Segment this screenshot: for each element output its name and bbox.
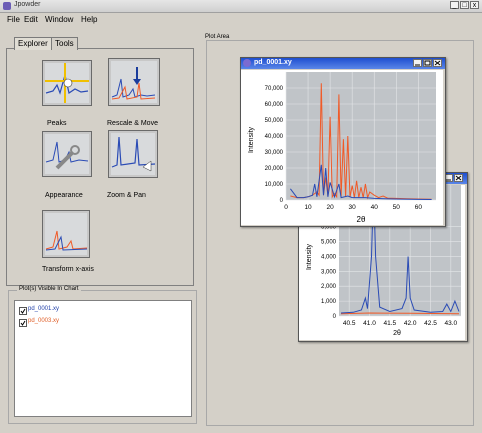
rescale-move-icon [111,61,157,103]
y-tick-label: 4,000 [321,254,337,260]
peaks-label: Peaks [47,120,67,127]
frame-icon [243,59,251,67]
y-tick-label: 0 [333,314,337,320]
menu-file[interactable]: File [7,15,20,24]
close-button[interactable]: x [470,1,479,9]
x-tick-label: 40.5 [343,320,356,327]
x-tick-label: 0 [284,204,288,211]
x-tick-label: 43.0 [445,320,458,327]
y-tick-label: 2,000 [321,284,337,290]
rescale-move-tool-button[interactable] [108,58,160,106]
x-tick-label: 10 [304,204,312,211]
x-tick-label: 30 [349,204,357,211]
tools-panel [6,48,194,286]
rescale-move-label: Rescale & Move [107,120,158,127]
plots-visible-list: pd_0001.xy pd_0003.xy [14,300,192,417]
y-tick-label: 20,000 [265,166,284,172]
zoom-pan-label: Zoom & Pan [107,192,146,199]
appearance-label: Appearance [45,192,83,199]
x-tick-label: 20 [327,204,335,211]
y-tick-label: 10,000 [265,182,284,188]
menu-window[interactable]: Window [45,15,73,24]
y-axis-label: Intensity [306,243,313,270]
x-tick-label: 41.0 [363,320,376,327]
series-line-2 [340,312,460,315]
maximize-button[interactable]: □ [460,1,469,9]
peaks-tool-button[interactable] [42,60,92,106]
x-tick-label: 60 [415,204,423,211]
minimize-button[interactable] [413,59,422,67]
window-title-bar [0,0,482,13]
close-button[interactable] [433,59,442,67]
x-axis-label: 2θ [357,215,366,224]
maximize-button[interactable] [423,59,432,67]
menu-help[interactable]: Help [81,15,97,24]
plot-visibility-row[interactable]: pd_0003.xy [19,318,60,327]
y-tick-label: 1,000 [321,299,337,305]
chart-window-title: pd_0001.xy [254,59,292,66]
app-title: Jpowder [14,1,41,8]
y-tick-label: 40,000 [265,134,284,140]
appearance-tool-button[interactable] [42,131,92,177]
y-tick-label: 0 [280,198,284,204]
x-tick-label: 42.0 [404,320,417,327]
y-tick-label: 60,000 [265,102,284,108]
y-tick-label: 30,000 [265,150,284,156]
plot-area-title: Plot Area [205,34,230,40]
plots-visible-title: Plot(s) Visible In Chart [17,286,81,292]
plot-visibility-row[interactable]: pd_0001.xy [19,306,60,315]
x-axis-label: 2θ [393,330,401,337]
plot-visibility-checkbox[interactable] [19,307,27,315]
app-icon [3,2,11,10]
y-tick-label: 50,000 [265,118,284,124]
appearance-icon [45,134,89,174]
main-chart[interactable]: 0 10 20 30 40 50 60 0 10,000 20,000 30,000 40,000 50… [241,70,443,225]
menu-bar: File Edit Window Help [0,13,482,26]
x-tick-label: 50 [393,204,401,211]
x-tick-label: 42.5 [424,320,437,327]
transform-x-axis-icon [45,213,88,255]
x-tick-label: 40 [371,204,379,211]
zoom-pan-tool-button[interactable] [108,130,158,178]
transform-x-axis-label: Transform x-axis [42,266,94,273]
peaks-icon [45,63,89,103]
y-tick-label: 3,000 [321,269,337,275]
chart-window-main[interactable]: pd_0001.xy 0 10 20 30 40 50 60 0 10,000 20,000 30,… [240,57,446,227]
plot-visibility-label: pd_0001.xy [28,306,60,312]
tab-explorer[interactable]: Explorer [14,37,52,50]
chart-window-title-bar[interactable]: pd_0001.xy [241,58,445,69]
y-tick-label: 70,000 [265,86,284,92]
menu-edit[interactable]: Edit [24,15,38,24]
zoom-pan-icon [111,133,156,175]
x-tick-label: 41.5 [384,320,397,327]
tab-tools[interactable]: Tools [51,37,78,50]
plot-visibility-label: pd_0003.xy [28,318,60,324]
minimize-button[interactable]: _ [450,1,459,9]
transform-x-axis-tool-button[interactable] [42,210,90,258]
y-axis-label: Intensity [248,126,255,153]
plot-visibility-checkbox[interactable] [19,319,27,327]
y-tick-label: 5,000 [321,240,337,246]
close-button[interactable] [454,174,463,182]
